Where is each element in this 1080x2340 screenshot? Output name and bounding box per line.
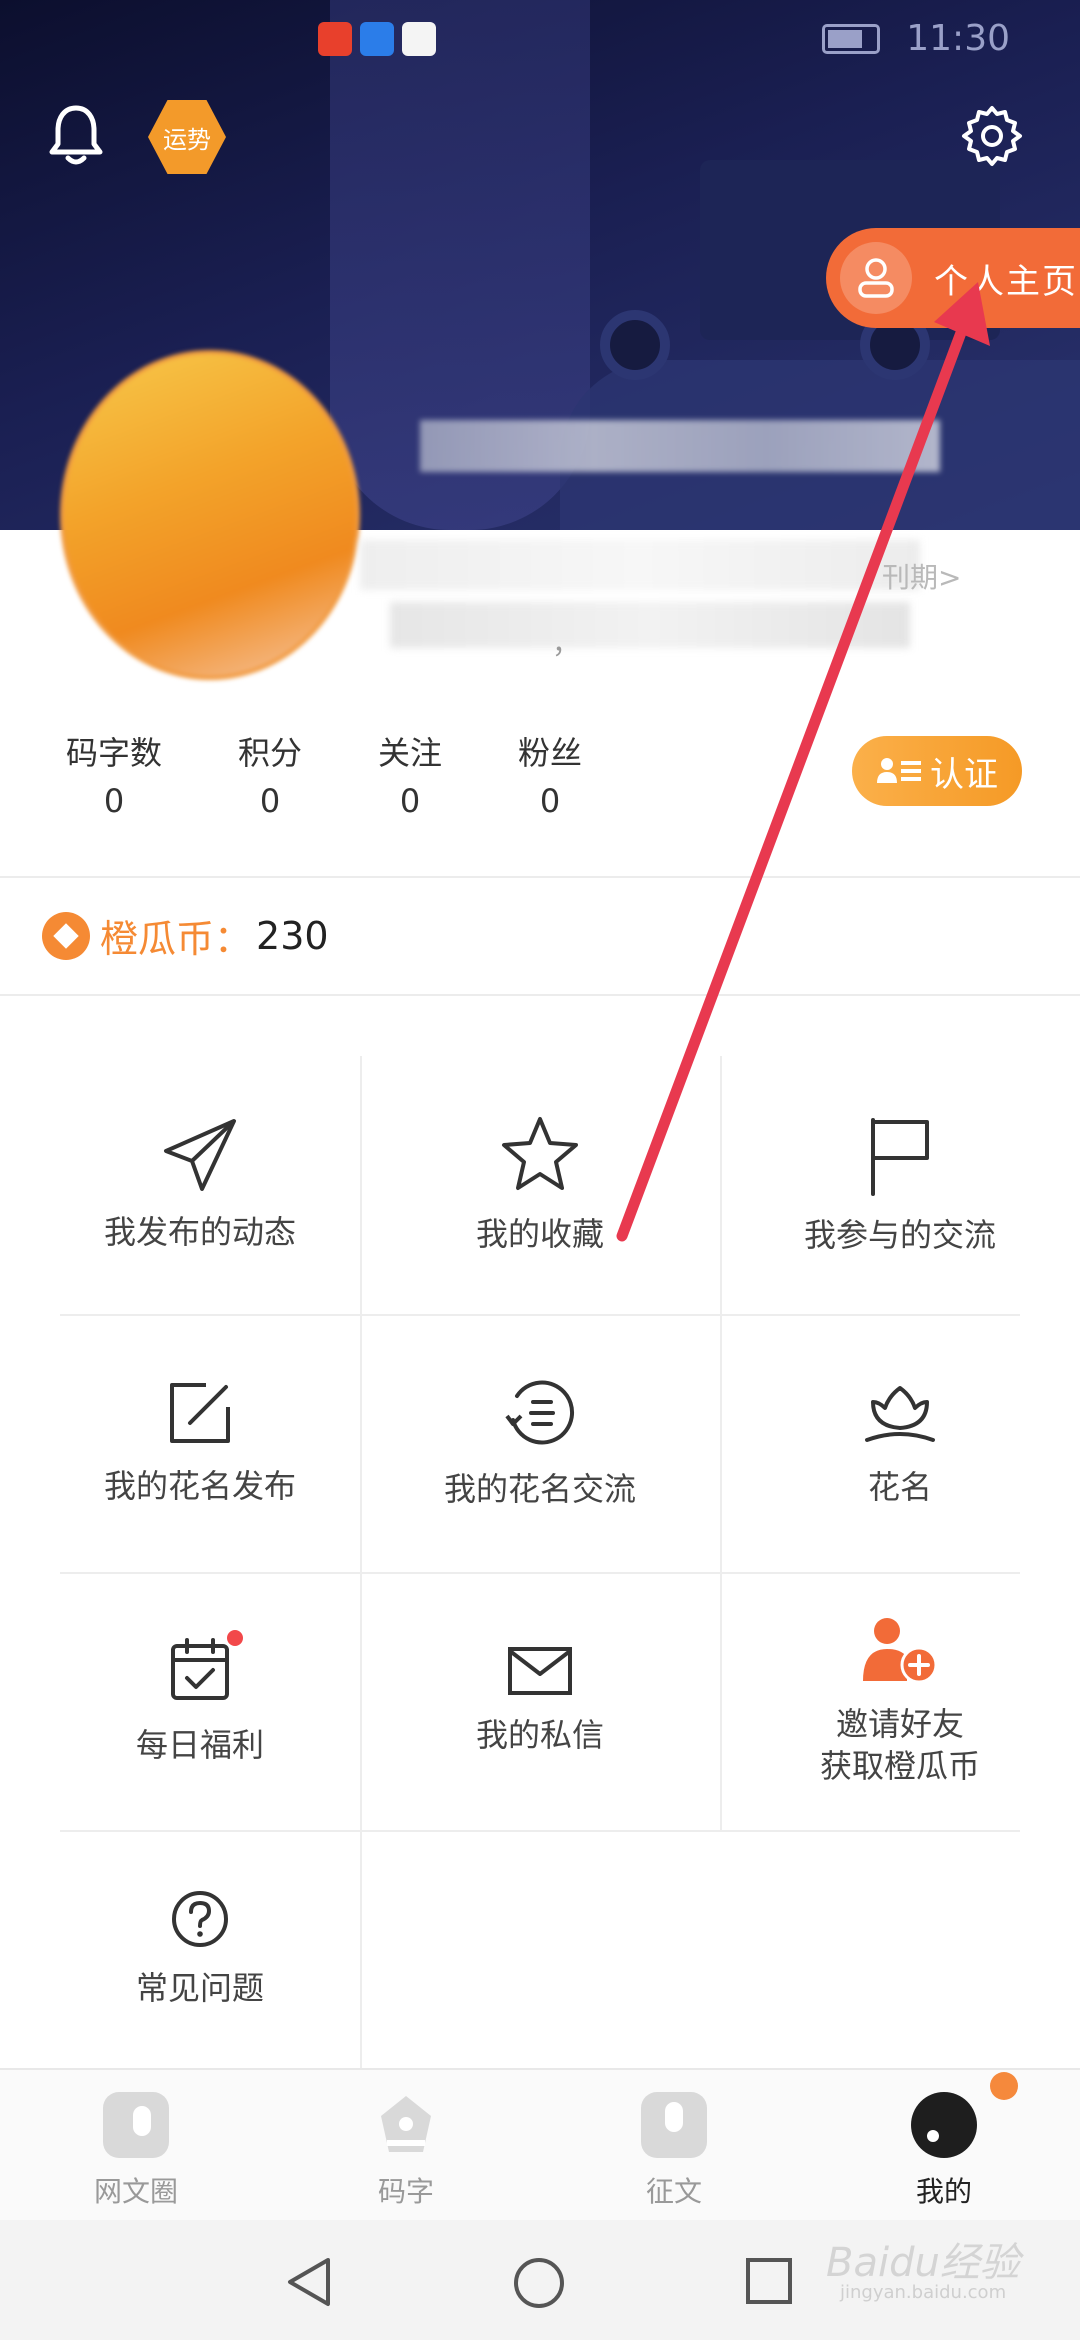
verify-button[interactable]: 认证 <box>852 736 1022 806</box>
verify-label: 认证 <box>930 754 998 795</box>
coin-label: 橙瓜币： <box>100 917 253 961</box>
stat-value: 0 <box>259 782 281 820</box>
menu-item-label: 我的收藏 <box>475 1215 604 1253</box>
pen-nib-icon <box>381 2096 431 2152</box>
fortune-label: 运势 <box>163 125 211 154</box>
battery-icon <box>822 24 880 54</box>
menu-item-alias-posts[interactable]: 我的花名发布 <box>40 1314 360 1572</box>
menu-item-daily-bonus[interactable]: 每日福利 <box>40 1572 360 1830</box>
notification-dot <box>227 1630 243 1646</box>
status-time: 11:30 <box>906 18 1010 59</box>
web-circle-icon <box>103 2092 169 2158</box>
menu-item-label: 邀请好友 获取橙瓜币 <box>819 1705 980 1785</box>
user-info-fragment: 刊期> <box>882 561 962 594</box>
divider <box>0 876 1080 878</box>
menu-item-faq[interactable]: 常见问题 <box>40 1830 360 2068</box>
menu-item-label: 我的花名交流 <box>443 1470 636 1508</box>
menu-item-label: 常见问题 <box>135 1969 264 2007</box>
mail-icon <box>508 1647 572 1695</box>
menu-item-my-posts[interactable]: 我发布的动态 <box>40 1056 360 1314</box>
menu-item-favorites[interactable]: 我的收藏 <box>380 1056 700 1314</box>
flag-icon <box>871 1118 929 1196</box>
back-icon[interactable] <box>284 2256 334 2308</box>
menu-item-label: 我的花名发布 <box>103 1467 296 1505</box>
invite-user-icon <box>863 1618 938 1684</box>
watermark-url: jingyan.baidu.com <box>840 2282 1007 2303</box>
stat-following[interactable]: 关注 0 <box>378 728 442 820</box>
menu-item-label: 每日福利 <box>135 1726 264 1764</box>
personal-homepage-button[interactable]: 个人主页 <box>826 228 1080 328</box>
menu-item-alias[interactable]: 花名 <box>740 1314 1060 1572</box>
star-icon <box>502 1117 578 1190</box>
tab-web-circle[interactable]: 网文圈 <box>46 2092 226 2210</box>
contest-icon <box>641 2092 707 2158</box>
paper-plane-icon <box>164 1119 236 1191</box>
stat-label: 关注 <box>378 734 443 772</box>
id-card-icon <box>877 758 921 783</box>
app-notification-icon <box>402 22 436 56</box>
tab-contest[interactable]: 征文 <box>584 2092 764 2210</box>
question-icon <box>172 1891 228 1947</box>
menu-item-label: 我参与的交流 <box>803 1216 996 1254</box>
home-icon[interactable] <box>512 2256 566 2310</box>
divider <box>0 994 1080 996</box>
watermark: Baidu经验 <box>826 2240 1020 2286</box>
edit-icon <box>170 1383 230 1443</box>
menu-item-label: 花名 <box>867 1468 932 1506</box>
stat-points[interactable]: 积分 0 <box>238 728 302 820</box>
menu-item-alias-discussions[interactable]: 我的花名交流 <box>380 1314 700 1572</box>
menu-item-messages[interactable]: 我的私信 <box>380 1572 700 1830</box>
tab-writing[interactable]: 码字 <box>316 2092 496 2210</box>
stat-label: 积分 <box>238 734 303 772</box>
menu-item-my-discussions[interactable]: 我参与的交流 <box>740 1056 1060 1314</box>
app-notification-icon <box>360 22 394 56</box>
lotus-icon <box>865 1386 935 1442</box>
user-icon <box>840 242 912 314</box>
grid-line <box>720 1056 722 1830</box>
banner-decor <box>600 310 670 380</box>
status-bar: 11:30 <box>0 0 1080 80</box>
stat-value: 0 <box>539 782 561 820</box>
menu-item-label: 我发布的动态 <box>103 1213 296 1251</box>
personal-homepage-label: 个人主页 <box>934 261 1078 302</box>
tab-label: 征文 <box>645 2175 702 2208</box>
bell-icon[interactable] <box>46 102 106 168</box>
menu-item-invite-friends[interactable]: 邀请好友 获取橙瓜币 <box>740 1572 1060 1830</box>
mine-icon <box>911 2092 977 2158</box>
tab-label: 我的 <box>915 2175 972 2208</box>
coin-balance[interactable]: 橙瓜币： 230 <box>42 908 329 963</box>
coin-icon <box>42 911 90 960</box>
stat-word-count[interactable]: 码字数 0 <box>66 728 162 820</box>
stat-label: 码字数 <box>66 734 163 772</box>
bottom-tab-bar: 网文圈 码字 征文 我的 <box>0 2068 1080 2220</box>
username-blurred <box>420 420 940 472</box>
tab-label: 码字 <box>377 2175 434 2208</box>
calendar-check-icon <box>171 1638 229 1700</box>
app-notification-icon <box>318 22 352 56</box>
user-info-blurred <box>390 602 910 648</box>
user-info-fragment: ， <box>552 627 581 660</box>
user-stats: 码字数 0 积分 0 关注 0 粉丝 0 <box>66 728 658 820</box>
stat-fans[interactable]: 粉丝 0 <box>518 728 582 820</box>
tab-mine[interactable]: 我的 <box>854 2092 1034 2210</box>
menu-item-label: 我的私信 <box>475 1716 604 1754</box>
tab-label: 网文圈 <box>93 2175 178 2208</box>
notification-dot <box>990 2072 1018 2100</box>
avatar[interactable] <box>60 350 360 680</box>
stat-value: 0 <box>399 782 421 820</box>
stat-label: 粉丝 <box>518 734 583 772</box>
recents-icon[interactable] <box>744 2256 794 2306</box>
user-info-blurred <box>360 540 920 590</box>
history-icon <box>505 1380 575 1445</box>
gear-icon[interactable] <box>960 104 1024 168</box>
grid-line <box>360 1056 362 2068</box>
coin-value: 230 <box>256 913 329 958</box>
stat-value: 0 <box>103 782 125 820</box>
